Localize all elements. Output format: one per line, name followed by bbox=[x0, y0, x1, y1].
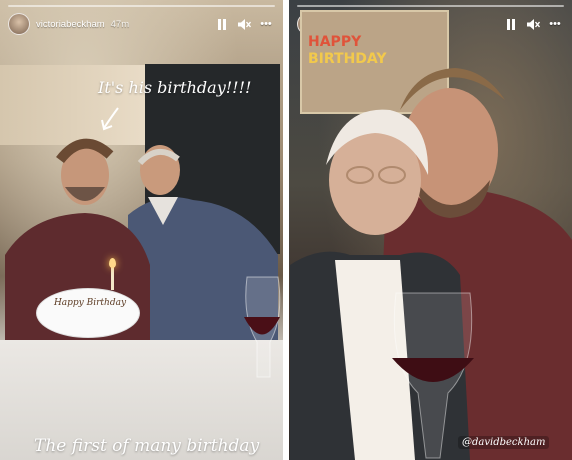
story-progress-bar bbox=[8, 5, 275, 7]
story-progress-bar bbox=[297, 5, 564, 7]
candle-flame bbox=[109, 258, 116, 268]
plate-lettering: Happy Birthday bbox=[53, 298, 127, 308]
more-icon[interactable]: ••• bbox=[546, 18, 564, 30]
mute-icon[interactable] bbox=[524, 18, 542, 30]
story-header: victoriabeckham 47m ••• bbox=[8, 13, 275, 35]
username[interactable]: victoriabeckham bbox=[36, 19, 105, 30]
dessert-plate bbox=[36, 288, 140, 338]
avatar[interactable] bbox=[8, 13, 30, 35]
wine-glass-large bbox=[392, 292, 474, 459]
arrow-icon bbox=[101, 107, 119, 131]
sign-line-1: HAPPY bbox=[308, 34, 362, 50]
mention-tag[interactable]: @davidbeckham bbox=[458, 436, 550, 449]
more-icon[interactable]: ••• bbox=[257, 18, 275, 30]
pause-icon[interactable] bbox=[502, 18, 520, 30]
pause-icon[interactable] bbox=[213, 18, 231, 30]
story-left[interactable]: victoriabeckham 47m ••• Happy Birthday I… bbox=[0, 0, 283, 460]
wine-glass bbox=[244, 276, 281, 378]
mute-icon[interactable] bbox=[235, 18, 253, 30]
post-time: 47m bbox=[110, 18, 130, 30]
story-caption-top: It's his birthday!!!! bbox=[98, 78, 252, 97]
story-caption-bottom: The first of many birthday bbox=[34, 436, 260, 456]
